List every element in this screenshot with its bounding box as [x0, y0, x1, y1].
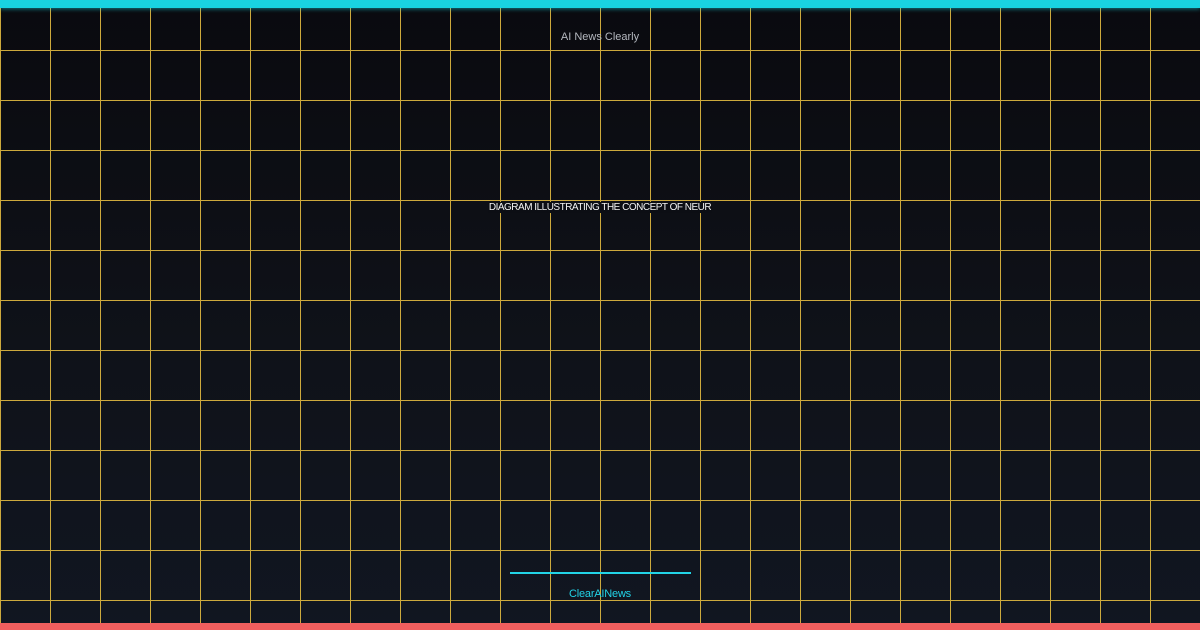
bottom-accent-bar: [0, 623, 1200, 630]
site-name: AI News Clearly: [560, 31, 640, 43]
brand-name: ClearAINews: [569, 588, 631, 600]
top-accent-bar: [0, 0, 1200, 8]
headline: DIAGRAM ILLUSTRATING THE CONCEPT OF NEUR: [0, 202, 1200, 213]
headline-text: DIAGRAM ILLUSTRATING THE CONCEPT OF NEUR: [487, 202, 713, 213]
social-card: AI News Clearly DIAGRAM ILLUSTRATING THE…: [0, 0, 1200, 630]
brand-underline: [510, 572, 691, 574]
grid-background: [0, 0, 1200, 630]
